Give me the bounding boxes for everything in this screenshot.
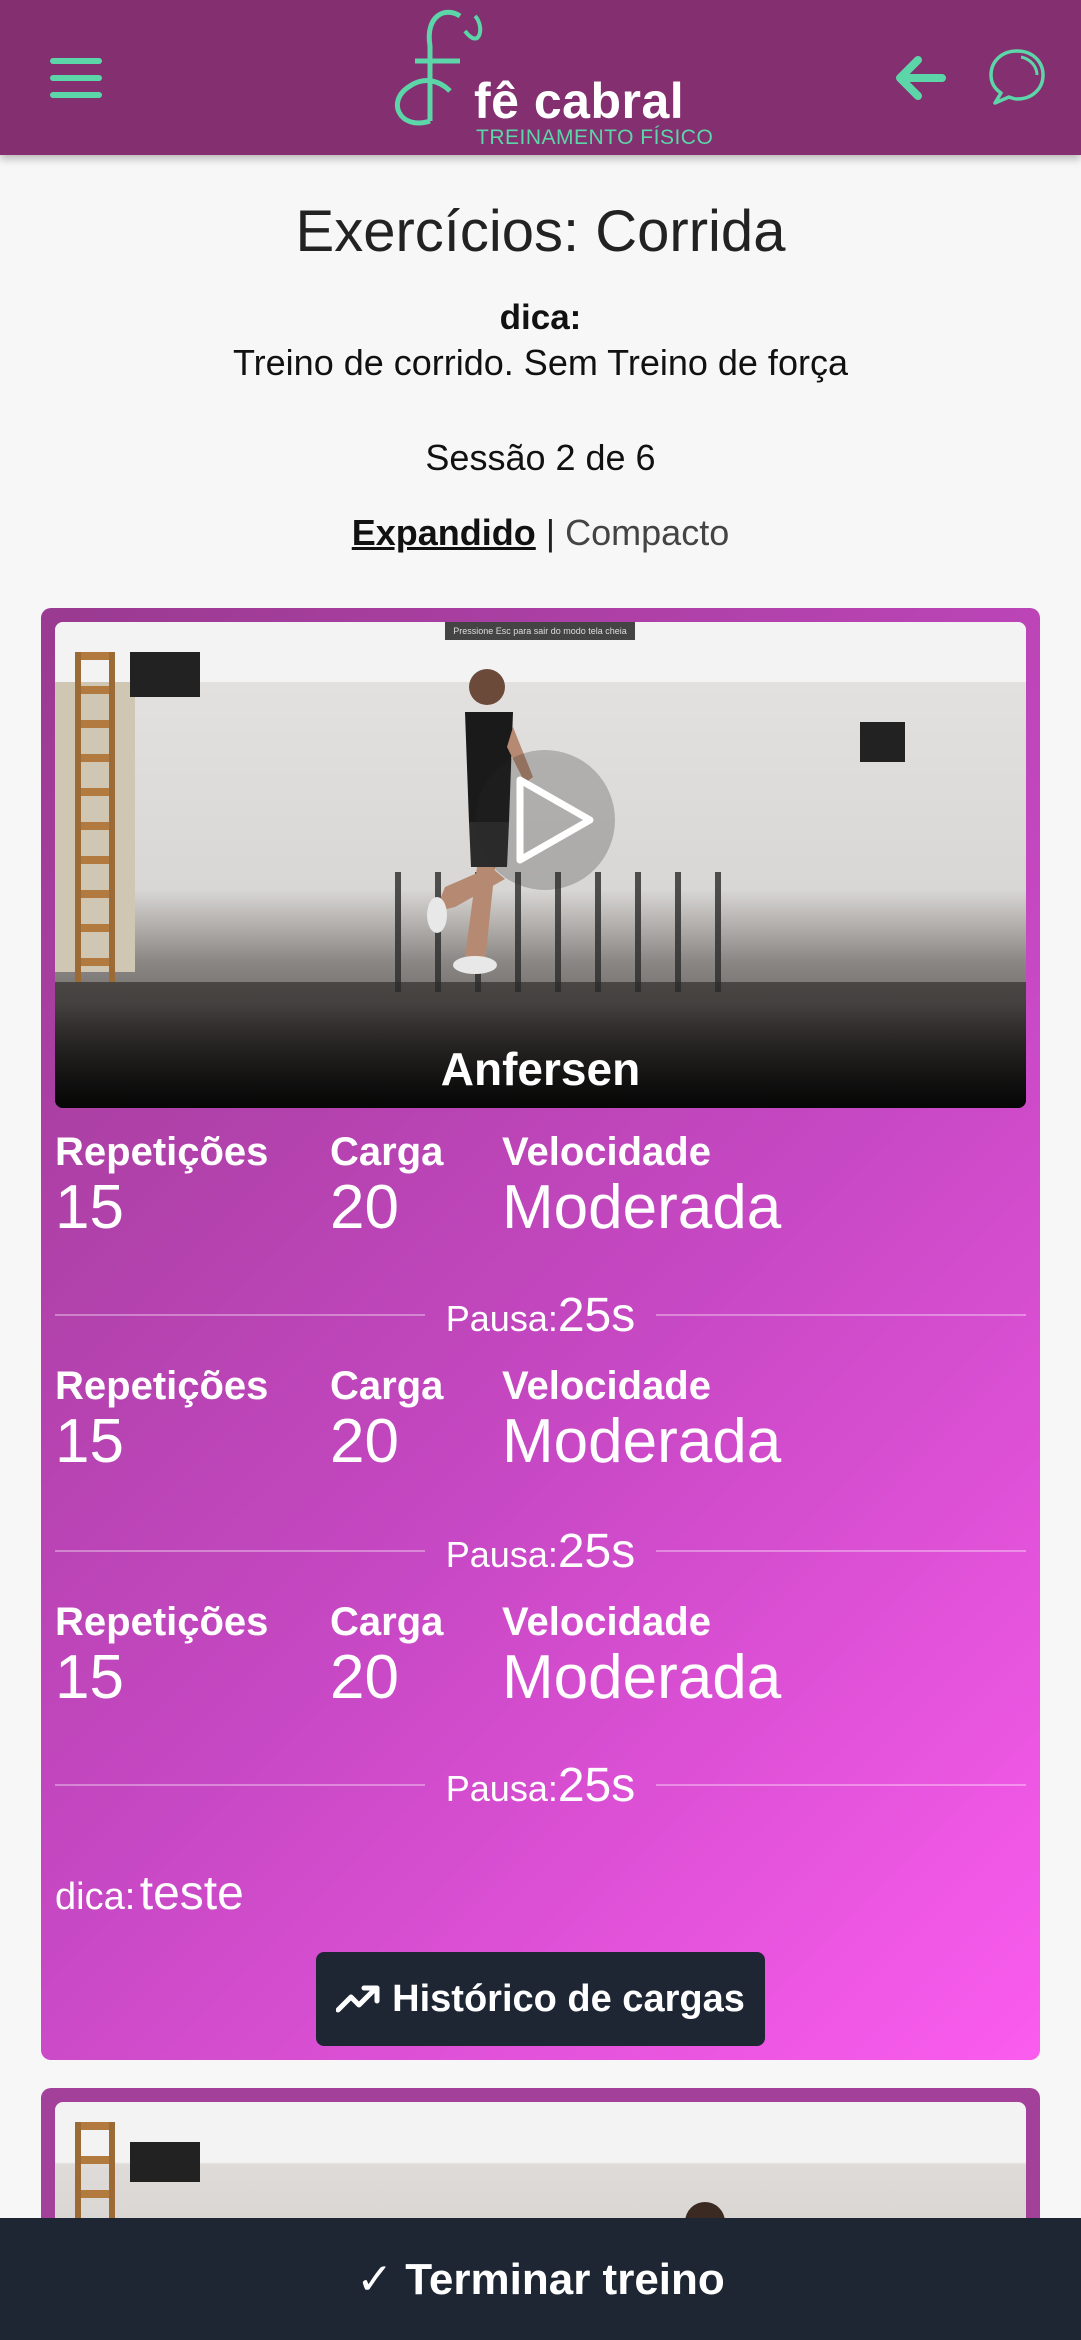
pause-label: Pausa:	[445, 1534, 558, 1575]
load-value: 20	[330, 1173, 399, 1242]
load-value: 20	[330, 1643, 399, 1712]
speed-value: Moderada	[502, 1173, 782, 1242]
session-indicator: Sessão 2 de 6	[425, 437, 656, 478]
speed-label: Velocidade	[502, 1600, 711, 1644]
speed-value: Moderada	[502, 1407, 782, 1476]
logo-subtitle: TREINAMENTO FÍSICO	[476, 126, 714, 149]
pause-value: 25s	[557, 1759, 636, 1812]
hamburger-menu-icon[interactable]	[50, 58, 104, 98]
reps-label: Repetições	[55, 1130, 269, 1174]
arrow-left-icon[interactable]	[890, 48, 950, 108]
chat-bubble-icon[interactable]	[985, 45, 1049, 109]
pause-value: 25s	[557, 1289, 636, 1342]
page-title: Exercícios: Corrida	[295, 199, 786, 264]
load-history-button[interactable]: Histórico de cargas	[316, 1952, 765, 2046]
reps-value: 15	[55, 1173, 124, 1242]
exercise-name: Anfersen	[440, 1043, 641, 1095]
set-row: Repetições 15 Carga 20 Velocidade Modera…	[55, 1130, 1026, 1270]
exercise-tip-label: dica:	[55, 1876, 136, 1918]
load-label: Carga	[330, 1130, 444, 1174]
exercise-tip: dica: teste	[55, 1866, 244, 1921]
view-compact-link[interactable]: Compacto	[565, 512, 729, 553]
pause-label: Pausa:	[445, 1768, 558, 1809]
load-value: 20	[330, 1407, 399, 1476]
speed-value: Moderada	[502, 1643, 782, 1712]
set-row: Repetições 15 Carga 20 Velocidade Modera…	[55, 1364, 1026, 1504]
tip-text: Treino de corrido. Sem Treino de força	[233, 342, 848, 383]
speed-label: Velocidade	[502, 1130, 711, 1174]
speed-label: Velocidade	[502, 1364, 711, 1408]
finish-workout-button[interactable]: ✓ Terminar treino	[0, 2218, 1081, 2340]
pause-divider: Pausa:25s	[55, 1288, 1026, 1342]
app-logo: fê cabral TREINAMENTO FÍSICO	[390, 6, 713, 151]
wall-bars	[75, 652, 115, 982]
top-app-bar: fê cabral TREINAMENTO FÍSICO	[0, 0, 1081, 155]
exercise-tip-value: teste	[139, 1867, 244, 1920]
pause-divider: Pausa:25s	[55, 1524, 1026, 1578]
logo-name: fê cabral	[474, 73, 685, 129]
reps-label: Repetições	[55, 1600, 269, 1644]
tip-label: dica:	[499, 298, 582, 337]
load-label: Carga	[330, 1364, 444, 1408]
fullscreen-banner: Pressione Esc para sair do modo tela che…	[445, 622, 635, 640]
set-row: Repetições 15 Carga 20 Velocidade Modera…	[55, 1600, 1026, 1740]
view-mode-toggle: Expandido | Compacto	[0, 512, 1081, 554]
load-label: Carga	[330, 1600, 444, 1644]
view-expanded-link[interactable]: Expandido	[352, 512, 536, 553]
pause-divider: Pausa:25s	[55, 1758, 1026, 1812]
pause-value: 25s	[557, 1525, 636, 1578]
reps-value: 15	[55, 1407, 124, 1476]
exercise-video[interactable]: Pressione Esc para sair do modo tela che…	[55, 622, 1026, 1108]
trending-up-icon	[336, 1985, 380, 2013]
exercise-card: Pressione Esc para sair do modo tela che…	[41, 608, 1040, 2060]
play-icon[interactable]	[475, 750, 615, 890]
reps-value: 15	[55, 1643, 124, 1712]
pause-label: Pausa:	[445, 1298, 558, 1339]
reps-label: Repetições	[55, 1364, 269, 1408]
view-separator: |	[545, 512, 556, 553]
load-history-label: Histórico de cargas	[392, 1977, 745, 2020]
